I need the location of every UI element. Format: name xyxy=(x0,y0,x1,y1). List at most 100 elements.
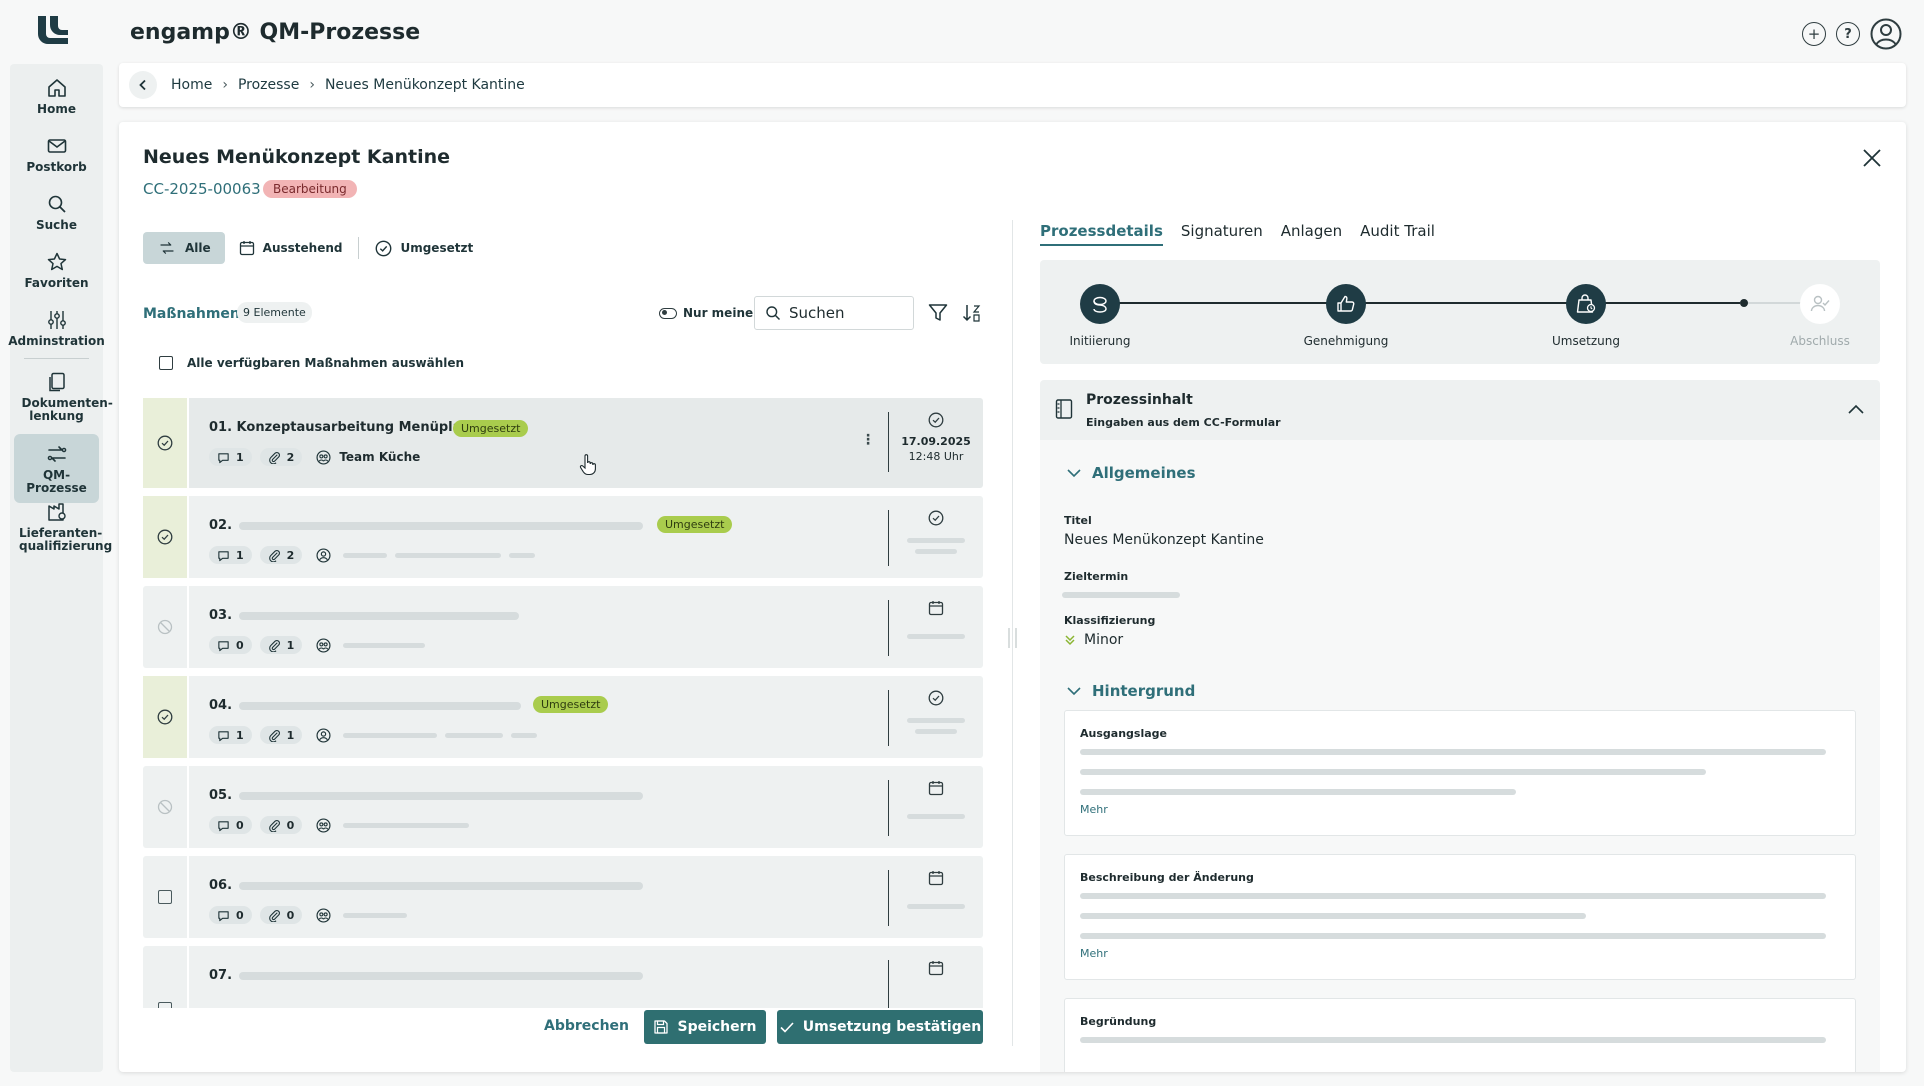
tab-umgesetzt[interactable]: Umgesetzt xyxy=(361,232,487,264)
process-content-card: Prozessinhalt Eingaben aus dem CC-Formul… xyxy=(1040,380,1880,1072)
comments-chip[interactable]: 1 xyxy=(209,546,252,564)
cancel-button[interactable]: Abbrechen xyxy=(544,1018,629,1034)
row-number: 04. xyxy=(209,698,233,713)
row-number: 03. xyxy=(209,608,233,623)
section-hintergrund[interactable]: Hintergrund xyxy=(1066,682,1195,700)
tab-audit-trail[interactable]: Audit Trail xyxy=(1360,222,1435,246)
sidebar-item-label: Home xyxy=(37,102,76,116)
filter-icon[interactable] xyxy=(927,302,949,324)
top-bar: engamp® QM-Prozesse + ? xyxy=(0,0,1924,66)
search-box xyxy=(754,296,914,330)
table-row[interactable]: 03. 0 1 xyxy=(143,586,983,668)
confirm-implementation-button[interactable]: Umsetzung bestätigen xyxy=(777,1010,983,1044)
sidebar-item-lieferantenqualifizierung[interactable]: Lieferanten-qualifizierung xyxy=(14,500,112,553)
disabled-icon xyxy=(157,799,173,815)
attachments-chip[interactable]: 2 xyxy=(259,546,303,564)
paperclip-icon xyxy=(268,909,280,922)
resize-handle[interactable] xyxy=(1008,628,1017,648)
tab-prozessdetails[interactable]: Prozessdetails xyxy=(1040,222,1163,246)
attachments-chip[interactable]: 1 xyxy=(259,726,303,744)
text-placeholder xyxy=(1080,749,1826,755)
breadcrumb-prozesse[interactable]: Prozesse xyxy=(238,77,299,93)
breadcrumb-home[interactable]: Home xyxy=(171,77,212,93)
tab-alle[interactable]: Alle xyxy=(143,232,225,264)
row-checkbox[interactable] xyxy=(158,890,172,904)
sidebar-item-postkorb[interactable]: Postkorb xyxy=(14,134,99,174)
comments-chip[interactable]: 1 xyxy=(209,726,252,744)
sidebar-item-qm-prozesse[interactable]: QM-Prozesse xyxy=(14,434,99,503)
search-input[interactable] xyxy=(789,304,899,322)
tab-signaturen[interactable]: Signaturen xyxy=(1181,222,1263,246)
status-badge: Umgesetzt xyxy=(533,696,609,713)
sidebar: Home Postkorb Suche Favoriten Adminstrat… xyxy=(8,64,113,1072)
confirm-label: Umsetzung bestätigen xyxy=(802,1019,982,1035)
chevron-up-icon[interactable] xyxy=(1846,400,1866,420)
comments-chip[interactable]: 0 xyxy=(209,816,252,834)
sidebar-item-label: Postkorb xyxy=(26,160,87,174)
add-icon[interactable]: + xyxy=(1802,22,1826,46)
select-all-checkbox[interactable] xyxy=(159,356,173,370)
row-checkbox[interactable] xyxy=(158,1002,172,1008)
step-circle xyxy=(1800,284,1840,324)
attachments-chip[interactable]: 1 xyxy=(259,636,303,654)
date-placeholder xyxy=(907,538,965,543)
sidebar-item-suche[interactable]: Suche xyxy=(14,192,99,232)
comments-count: 0 xyxy=(236,818,244,832)
breadcrumb-current: Neues Menükonzept Kantine xyxy=(324,77,525,93)
comments-chip[interactable]: 0 xyxy=(209,906,252,924)
tab-ausstehend[interactable]: Ausstehend xyxy=(225,232,357,264)
date-placeholder xyxy=(907,904,965,909)
tab-anlagen[interactable]: Anlagen xyxy=(1281,222,1342,246)
page-title: Neues Menükonzept Kantine xyxy=(143,146,450,168)
attachments-chip[interactable]: 0 xyxy=(259,816,303,834)
textbox-beschreibung: Beschreibung der Änderung Mehr xyxy=(1064,854,1856,980)
app-logo-icon[interactable] xyxy=(36,14,70,46)
row-meta: 0 0 xyxy=(209,906,408,924)
field-value-titel: Neues Menükonzept Kantine xyxy=(1064,532,1264,548)
section-allgemeines[interactable]: Allgemeines xyxy=(1066,464,1196,482)
back-button[interactable] xyxy=(129,71,157,99)
check-circle-icon xyxy=(928,510,944,526)
attachments-count: 0 xyxy=(286,908,295,922)
table-row[interactable]: 01. Konzeptausarbeitung Menüplan Umgeset… xyxy=(143,398,983,488)
row-status-cell xyxy=(143,398,189,488)
attachments-chip[interactable]: 2 xyxy=(259,448,303,466)
only-mine-toggle[interactable]: Nur meine xyxy=(659,306,753,320)
textbox-label: Ausgangslage xyxy=(1080,727,1167,740)
close-icon[interactable] xyxy=(1860,146,1884,170)
comments-chip[interactable]: 0 xyxy=(209,636,252,654)
sidebar-item-favoriten[interactable]: Favoriten xyxy=(14,250,99,290)
table-row[interactable]: 05. 0 0 xyxy=(143,766,983,848)
sort-icon[interactable] xyxy=(961,302,983,324)
title-placeholder xyxy=(239,972,643,980)
select-all[interactable]: Alle verfügbaren Maßnahmen auswählen xyxy=(159,356,464,370)
more-link[interactable]: Mehr xyxy=(1080,947,1108,960)
sidebar-item-administration[interactable]: Adminstration xyxy=(8,308,105,348)
row-number: 06. xyxy=(209,878,233,893)
search-icon xyxy=(766,306,781,321)
table-row[interactable]: 02. Umgesetzt 1 2 xyxy=(143,496,983,578)
more-options-icon[interactable]: ⋮ xyxy=(861,432,875,448)
more-link[interactable]: Mehr xyxy=(1080,803,1108,816)
sidebar-item-dokumentenlenkung[interactable]: Dokumenten-lenkung xyxy=(14,370,113,423)
table-row[interactable]: 06. 0 0 xyxy=(143,856,983,938)
row-title: 01. Konzeptausarbeitung Menüplan xyxy=(209,420,471,435)
save-button[interactable]: Speichern xyxy=(644,1010,766,1044)
step-umsetzung: Umsetzung xyxy=(1526,284,1646,348)
meta-placeholder xyxy=(343,732,438,738)
check-circle-icon xyxy=(157,529,173,545)
meta-placeholder xyxy=(509,552,536,558)
table-row[interactable]: 04. Umgesetzt 1 1 xyxy=(143,676,983,758)
help-icon[interactable]: ? xyxy=(1836,22,1860,46)
process-content-header[interactable]: Prozessinhalt Eingaben aus dem CC-Formul… xyxy=(1040,380,1880,440)
meta-placeholder xyxy=(395,552,502,558)
table-row[interactable]: 07. xyxy=(143,946,983,1008)
user-account-icon[interactable] xyxy=(1870,18,1902,50)
chevron-down-icon xyxy=(1067,687,1081,696)
attachments-chip[interactable]: 0 xyxy=(259,906,303,924)
comments-chip[interactable]: 1 xyxy=(209,448,252,466)
step-initiierung: Initiierung xyxy=(1040,284,1160,348)
sidebar-item-home[interactable]: Home xyxy=(14,76,99,116)
search-icon xyxy=(48,195,66,213)
attachments-count: 0 xyxy=(286,818,295,832)
